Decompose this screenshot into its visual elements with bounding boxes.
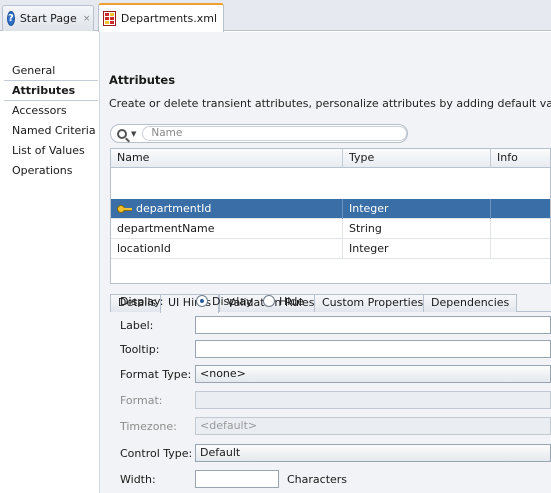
tab-label: Start Page [19,12,77,25]
label-field-label: Label: [120,319,154,332]
tooltip-field-label: Tooltip: [120,343,160,356]
cell-type: Integer [343,239,491,259]
table-row[interactable]: departmentName String [111,219,550,239]
attributes-table: Name Type Info departmentId Integer depa… [110,148,551,284]
display-radio[interactable] [196,295,208,307]
timezone-select: <default> [195,417,551,435]
width-input[interactable] [195,470,279,488]
width-label: Width: [120,473,156,486]
hide-radio-label[interactable]: Hide [279,295,304,308]
column-header-type[interactable]: Type [343,149,491,168]
cell-type: Integer [343,199,491,219]
control-type-select[interactable]: Default [195,444,551,462]
nav-item-list-of-values[interactable]: List of Values [12,144,85,157]
format-input [195,391,551,409]
xml-file-icon [103,11,116,26]
subtab-dependencies[interactable]: Dependencies [423,294,518,312]
editor-tab-strip: ? Start Page × Departments.xml [0,0,551,32]
tab-departments-xml[interactable]: Departments.xml [98,3,224,32]
search-bar: ▼ Name [110,124,408,143]
close-icon[interactable]: × [83,14,91,24]
help-icon: ? [7,11,15,26]
cell-name: locationId [111,239,343,259]
timezone-label: Timezone: [120,420,177,433]
table-header: Name Type Info [111,149,550,168]
subtab-custom-properties[interactable]: Custom Properties [314,294,432,312]
column-header-name[interactable]: Name [111,149,343,168]
nav-item-operations[interactable]: Operations [12,164,72,177]
search-input[interactable]: Name [142,126,407,141]
display-radio-label[interactable]: Display [212,295,253,308]
attribute-detail-tabs: Details UI Hints Validation Rules Custom… [110,294,551,313]
cell-info [491,219,551,239]
cell-name-text: departmentId [136,202,212,215]
label-input[interactable] [195,316,551,334]
format-type-select[interactable]: <none> [195,365,551,383]
nav-divider [4,80,98,81]
cell-type: String [343,219,491,239]
attributes-panel: Attributes Create or delete transient at… [100,32,551,493]
cell-name: departmentId [111,199,343,219]
nav-item-named-criteria[interactable]: Named Criteria [12,124,96,137]
hide-radio[interactable] [263,295,275,307]
section-title: Attributes [109,73,176,87]
search-icon[interactable] [117,128,127,139]
format-label: Format: [120,394,163,407]
tab-start-page[interactable]: ? Start Page × [2,5,94,31]
section-description: Create or delete transient attributes, p… [109,97,551,110]
table-row-selected[interactable]: departmentId Integer [111,199,550,219]
nav-item-accessors[interactable]: Accessors [12,104,67,117]
format-type-label: Format Type: [120,368,192,381]
chevron-down-icon[interactable]: ▼ [131,130,136,138]
subtab-ui-hints[interactable]: UI Hints [160,294,220,313]
tooltip-input[interactable] [195,340,551,358]
cell-info [491,239,551,259]
primary-key-icon [117,205,132,213]
cell-name: departmentName [111,219,343,239]
editor-side-nav: General Attributes Accessors Named Crite… [0,32,100,493]
control-type-label: Control Type: [120,447,193,460]
width-unit-label: Characters [287,473,348,486]
column-header-info[interactable]: Info [491,149,551,168]
cell-info [491,199,551,219]
nav-divider [4,100,98,101]
display-label: Display: [120,295,164,308]
nav-item-attributes[interactable]: Attributes [12,84,75,97]
tab-label: Departments.xml [120,12,217,25]
table-row[interactable]: locationId Integer [111,239,550,259]
nav-item-general[interactable]: General [12,64,55,77]
